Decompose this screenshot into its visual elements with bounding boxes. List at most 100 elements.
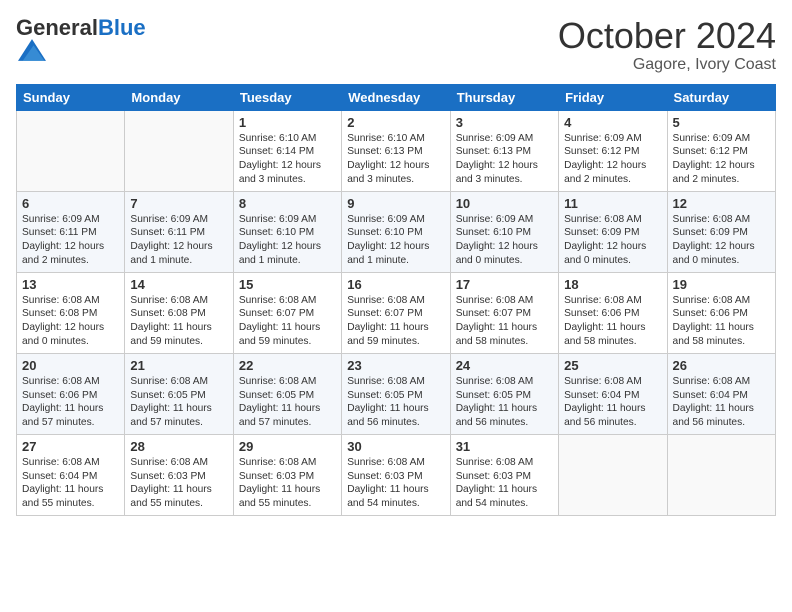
calendar-cell: 15 Sunrise: 6:08 AM Sunset: 6:07 PM Dayli… bbox=[233, 272, 341, 353]
cell-info: Sunrise: 6:08 AM Sunset: 6:05 PM Dayligh… bbox=[239, 375, 336, 430]
calendar-week-row: 27Sunrise: 6:08 AM Sunset: 6:04 PM Dayli… bbox=[17, 434, 776, 515]
cell-info: Sunrise: 6:08 AM Sunset: 6:03 PM Dayligh… bbox=[130, 456, 227, 511]
day-number: 19 bbox=[673, 277, 770, 292]
month-title: October 2024 bbox=[558, 16, 776, 56]
cell-info: Sunrise: 6:08 AM Sunset: 6:03 PM Dayligh… bbox=[456, 456, 553, 511]
cell-info: Sunrise: 6:08 AM Sunset: 6:06 PM Dayligh… bbox=[673, 294, 770, 349]
cell-info: Sunrise: 6:08 AM Sunset: 6:07 PM Dayligh… bbox=[239, 294, 336, 349]
cell-info: Sunrise: 6:09 AM Sunset: 6:10 PM Dayligh… bbox=[239, 213, 336, 268]
calendar-cell: 17 Sunrise: 6:08 AM Sunset: 6:07 PM Dayli… bbox=[450, 272, 558, 353]
weekday-header: Thursday bbox=[450, 84, 558, 110]
calendar-cell: 11 Sunrise: 6:08 AM Sunset: 6:09 PM Dayli… bbox=[559, 191, 667, 272]
weekday-header: Saturday bbox=[667, 84, 775, 110]
calendar-cell: 21 Sunrise: 6:08 AM Sunset: 6:05 PM Dayli… bbox=[125, 353, 233, 434]
day-number: 25 bbox=[564, 358, 661, 373]
day-number: 9 bbox=[347, 196, 444, 211]
calendar-cell: 31 Sunrise: 6:08 AM Sunset: 6:03 PM Dayli… bbox=[450, 434, 558, 515]
cell-info: Sunrise: 6:10 AM Sunset: 6:13 PM Dayligh… bbox=[347, 132, 444, 187]
calendar-cell: 19 Sunrise: 6:08 AM Sunset: 6:06 PM Dayli… bbox=[667, 272, 775, 353]
day-number: 20 bbox=[22, 358, 119, 373]
cell-info: Sunrise: 6:09 AM Sunset: 6:10 PM Dayligh… bbox=[347, 213, 444, 268]
cell-info: Sunrise: 6:08 AM Sunset: 6:08 PM Dayligh… bbox=[130, 294, 227, 349]
calendar-cell: 13 Sunrise: 6:08 AM Sunset: 6:08 PM Dayli… bbox=[17, 272, 125, 353]
calendar-cell bbox=[667, 434, 775, 515]
cell-info: Sunrise: 6:08 AM Sunset: 6:04 PM Dayligh… bbox=[673, 375, 770, 430]
logo: GeneralBlue bbox=[16, 16, 146, 64]
cell-info: Sunrise: 6:08 AM Sunset: 6:03 PM Dayligh… bbox=[347, 456, 444, 511]
day-number: 3 bbox=[456, 115, 553, 130]
calendar-cell: 12Sunrise: 6:08 AM Sunset: 6:09 PM Dayli… bbox=[667, 191, 775, 272]
cell-info: Sunrise: 6:10 AM Sunset: 6:14 PM Dayligh… bbox=[239, 132, 336, 187]
weekday-header: Monday bbox=[125, 84, 233, 110]
calendar-cell: 16Sunrise: 6:08 AM Sunset: 6:07 PM Dayli… bbox=[342, 272, 450, 353]
cell-info: Sunrise: 6:08 AM Sunset: 6:09 PM Dayligh… bbox=[564, 213, 661, 268]
weekday-header: Wednesday bbox=[342, 84, 450, 110]
calendar-cell: 8Sunrise: 6:09 AM Sunset: 6:10 PM Daylig… bbox=[233, 191, 341, 272]
day-number: 15 bbox=[239, 277, 336, 292]
weekday-header: Tuesday bbox=[233, 84, 341, 110]
calendar-cell: 1 Sunrise: 6:10 AM Sunset: 6:14 PM Daylig… bbox=[233, 110, 341, 191]
cell-info: Sunrise: 6:08 AM Sunset: 6:03 PM Dayligh… bbox=[239, 456, 336, 511]
calendar-cell: 7Sunrise: 6:09 AM Sunset: 6:11 PM Daylig… bbox=[125, 191, 233, 272]
cell-info: Sunrise: 6:08 AM Sunset: 6:07 PM Dayligh… bbox=[456, 294, 553, 349]
cell-info: Sunrise: 6:08 AM Sunset: 6:06 PM Dayligh… bbox=[22, 375, 119, 430]
calendar-cell: 5 Sunrise: 6:09 AM Sunset: 6:12 PM Daylig… bbox=[667, 110, 775, 191]
day-number: 30 bbox=[347, 439, 444, 454]
day-number: 5 bbox=[673, 115, 770, 130]
calendar-cell: 4Sunrise: 6:09 AM Sunset: 6:12 PM Daylig… bbox=[559, 110, 667, 191]
day-number: 10 bbox=[456, 196, 553, 211]
day-number: 1 bbox=[239, 115, 336, 130]
calendar-cell: 2 Sunrise: 6:10 AM Sunset: 6:13 PM Daylig… bbox=[342, 110, 450, 191]
cell-info: Sunrise: 6:08 AM Sunset: 6:08 PM Dayligh… bbox=[22, 294, 119, 349]
cell-info: Sunrise: 6:09 AM Sunset: 6:12 PM Dayligh… bbox=[564, 132, 661, 187]
calendar-cell: 18 Sunrise: 6:08 AM Sunset: 6:06 PM Dayli… bbox=[559, 272, 667, 353]
day-number: 26 bbox=[673, 358, 770, 373]
day-number: 11 bbox=[564, 196, 661, 211]
calendar: SundayMondayTuesdayWednesdayThursdayFrid… bbox=[16, 84, 776, 516]
day-number: 17 bbox=[456, 277, 553, 292]
calendar-week-row: 1 Sunrise: 6:10 AM Sunset: 6:14 PM Daylig… bbox=[17, 110, 776, 191]
day-number: 23 bbox=[347, 358, 444, 373]
cell-info: Sunrise: 6:08 AM Sunset: 6:04 PM Dayligh… bbox=[564, 375, 661, 430]
cell-info: Sunrise: 6:08 AM Sunset: 6:05 PM Dayligh… bbox=[130, 375, 227, 430]
calendar-week-row: 13 Sunrise: 6:08 AM Sunset: 6:08 PM Dayli… bbox=[17, 272, 776, 353]
weekday-header-row: SundayMondayTuesdayWednesdayThursdayFrid… bbox=[17, 84, 776, 110]
logo-icon bbox=[18, 36, 46, 64]
calendar-cell: 23Sunrise: 6:08 AM Sunset: 6:05 PM Dayli… bbox=[342, 353, 450, 434]
cell-info: Sunrise: 6:09 AM Sunset: 6:12 PM Dayligh… bbox=[673, 132, 770, 187]
day-number: 28 bbox=[130, 439, 227, 454]
day-number: 29 bbox=[239, 439, 336, 454]
calendar-cell: 25 Sunrise: 6:08 AM Sunset: 6:04 PM Dayli… bbox=[559, 353, 667, 434]
day-number: 31 bbox=[456, 439, 553, 454]
cell-info: Sunrise: 6:08 AM Sunset: 6:04 PM Dayligh… bbox=[22, 456, 119, 511]
calendar-cell: 30 Sunrise: 6:08 AM Sunset: 6:03 PM Dayli… bbox=[342, 434, 450, 515]
calendar-cell bbox=[559, 434, 667, 515]
cell-info: Sunrise: 6:09 AM Sunset: 6:11 PM Dayligh… bbox=[130, 213, 227, 268]
calendar-week-row: 6 Sunrise: 6:09 AM Sunset: 6:11 PM Daylig… bbox=[17, 191, 776, 272]
calendar-cell: 10Sunrise: 6:09 AM Sunset: 6:10 PM Dayli… bbox=[450, 191, 558, 272]
calendar-cell: 14 Sunrise: 6:08 AM Sunset: 6:08 PM Dayli… bbox=[125, 272, 233, 353]
calendar-cell: 24 Sunrise: 6:08 AM Sunset: 6:05 PM Dayli… bbox=[450, 353, 558, 434]
day-number: 13 bbox=[22, 277, 119, 292]
calendar-cell bbox=[125, 110, 233, 191]
day-number: 22 bbox=[239, 358, 336, 373]
day-number: 14 bbox=[130, 277, 227, 292]
calendar-cell bbox=[17, 110, 125, 191]
calendar-cell: 28 Sunrise: 6:08 AM Sunset: 6:03 PM Dayli… bbox=[125, 434, 233, 515]
calendar-cell: 22 Sunrise: 6:08 AM Sunset: 6:05 PM Dayli… bbox=[233, 353, 341, 434]
day-number: 24 bbox=[456, 358, 553, 373]
day-number: 6 bbox=[22, 196, 119, 211]
calendar-cell: 26 Sunrise: 6:08 AM Sunset: 6:04 PM Dayli… bbox=[667, 353, 775, 434]
cell-info: Sunrise: 6:09 AM Sunset: 6:11 PM Dayligh… bbox=[22, 213, 119, 268]
calendar-cell: 29 Sunrise: 6:08 AM Sunset: 6:03 PM Dayli… bbox=[233, 434, 341, 515]
cell-info: Sunrise: 6:08 AM Sunset: 6:09 PM Dayligh… bbox=[673, 213, 770, 268]
day-number: 2 bbox=[347, 115, 444, 130]
weekday-header: Friday bbox=[559, 84, 667, 110]
weekday-header: Sunday bbox=[17, 84, 125, 110]
cell-info: Sunrise: 6:08 AM Sunset: 6:05 PM Dayligh… bbox=[456, 375, 553, 430]
cell-info: Sunrise: 6:08 AM Sunset: 6:06 PM Dayligh… bbox=[564, 294, 661, 349]
day-number: 21 bbox=[130, 358, 227, 373]
day-number: 18 bbox=[564, 277, 661, 292]
cell-info: Sunrise: 6:09 AM Sunset: 6:13 PM Dayligh… bbox=[456, 132, 553, 187]
calendar-cell: 6 Sunrise: 6:09 AM Sunset: 6:11 PM Daylig… bbox=[17, 191, 125, 272]
